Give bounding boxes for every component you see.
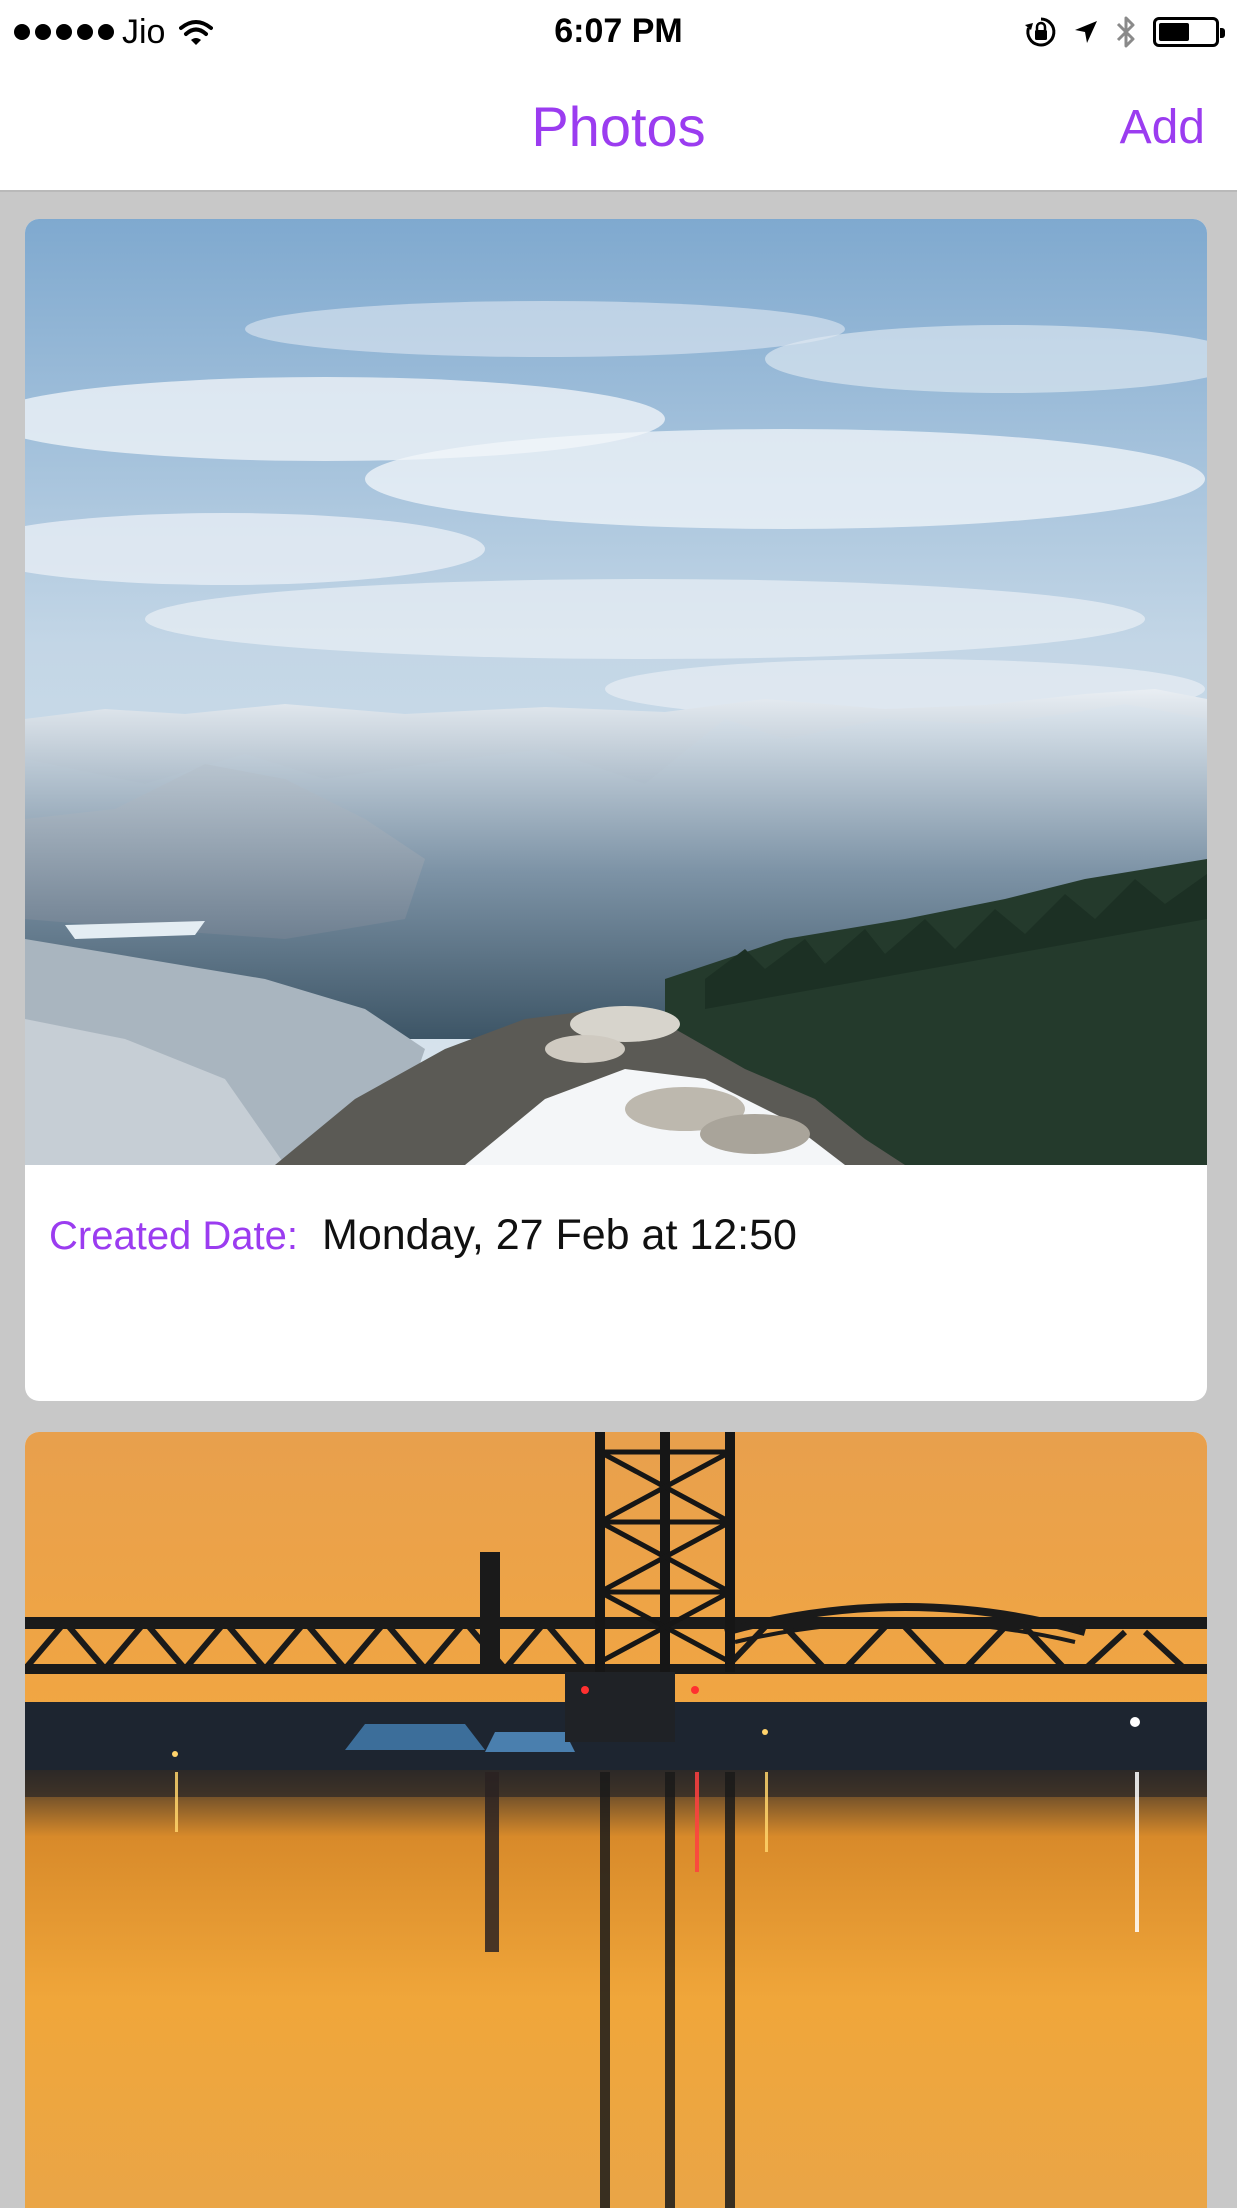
rotation-lock-icon <box>1025 17 1056 47</box>
photo-card[interactable] <box>25 1432 1207 2208</box>
photo-metadata: Created Date: Monday, 27 Feb at 12:50 <box>49 1211 797 1260</box>
photo-card[interactable]: Created Date: Monday, 27 Feb at 12:50 <box>25 219 1207 1401</box>
photo-bridge-sunset <box>25 1432 1207 2208</box>
navigation-bar: Photos Add <box>0 64 1237 192</box>
location-arrow-icon <box>1075 21 1097 43</box>
bluetooth-icon <box>1116 16 1135 48</box>
page-title: Photos <box>531 95 706 158</box>
created-date-value: Monday, 27 Feb at 12:50 <box>322 1211 797 1259</box>
photo-mountain-landscape <box>25 219 1207 1165</box>
battery-icon <box>1153 17 1225 47</box>
created-date-label: Created Date: <box>49 1214 299 1258</box>
add-button[interactable]: Add <box>1120 100 1205 155</box>
status-bar: Jio 6:07 PM <box>0 0 1237 64</box>
